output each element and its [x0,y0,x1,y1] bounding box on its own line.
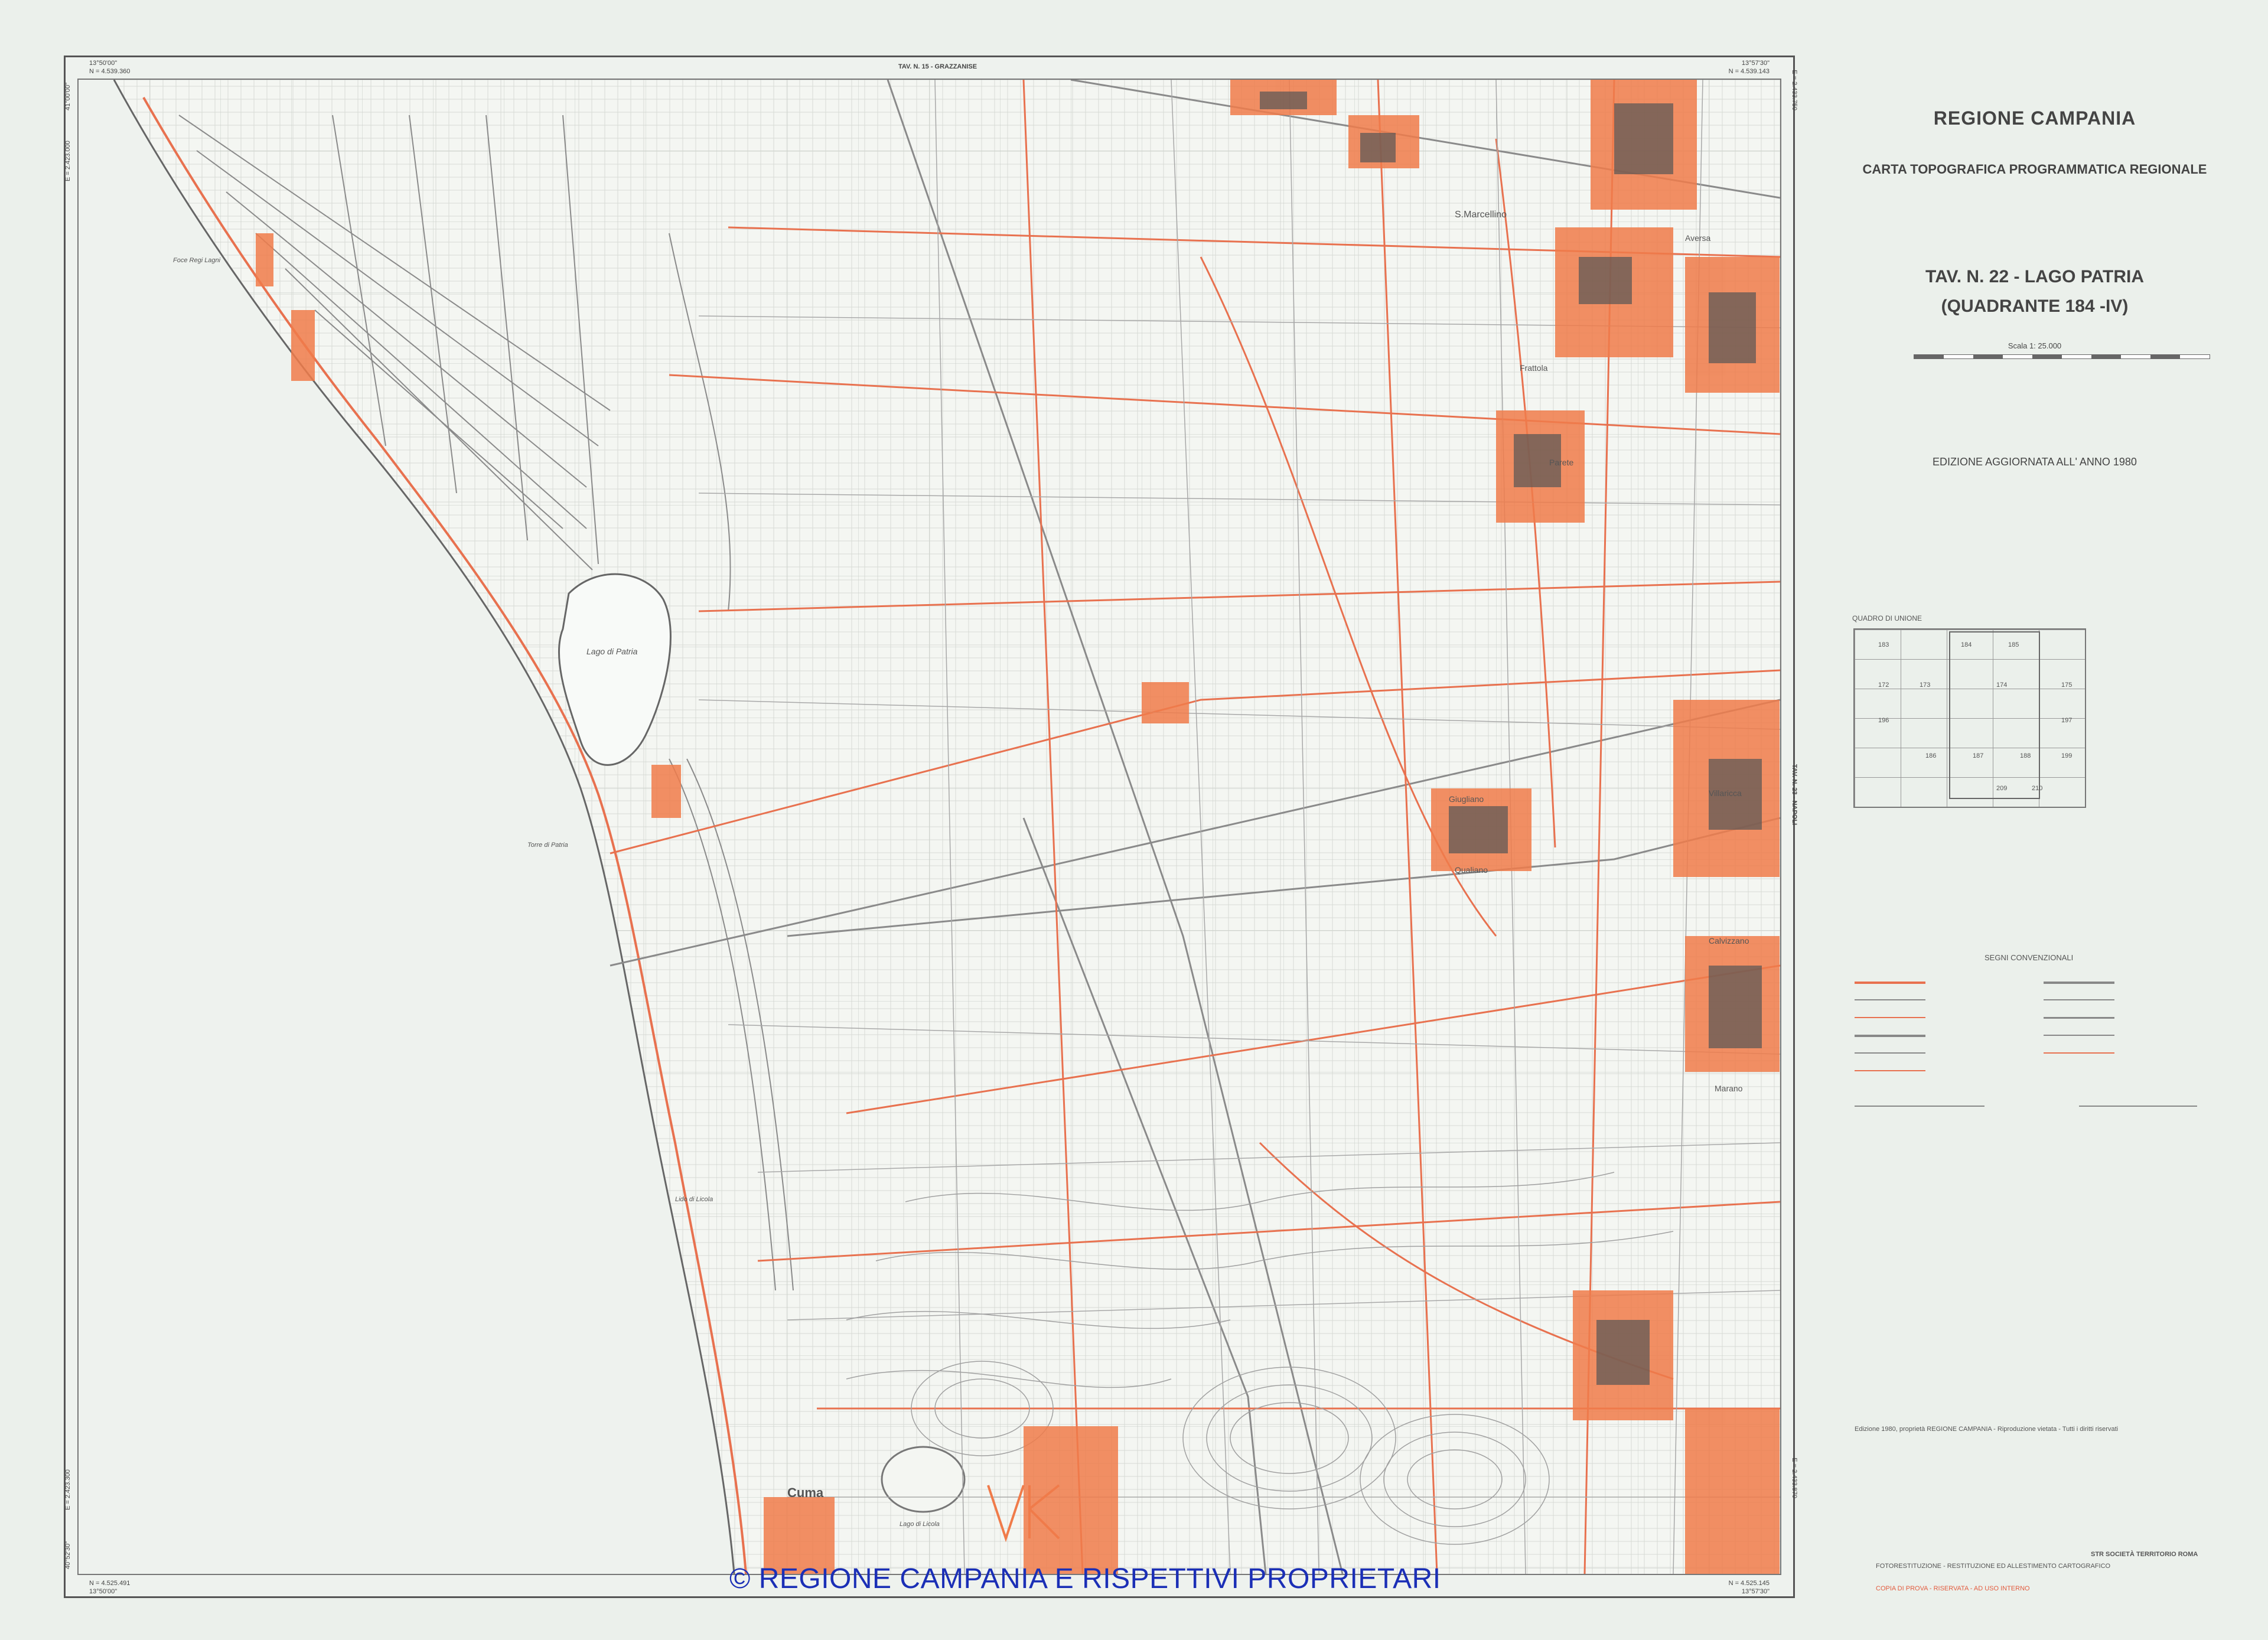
scale-label: Scala 1: 25.000 [2008,341,2062,350]
index-number: 196 [1878,717,1889,724]
map-drawing [79,80,1780,1574]
map-header-title: TAV. N. 15 - GRAZZANISE [898,63,977,70]
place-label: Parete [1549,458,1574,467]
index-number: 187 [1973,752,1984,759]
index-number: 183 [1878,641,1889,648]
map-frame: TAV. N. 15 - GRAZZANISE 13°50'00" N = 4.… [64,56,1798,1598]
quadrant-label: (QUADRANTE 184 -IV) [1941,296,2129,316]
scale-bar [1914,354,2210,359]
map-area: Lago di Patria S.Marcellino Frattola Par… [77,79,1781,1575]
legend-line [1855,1106,1984,1107]
legend-line [1855,982,1925,984]
series-title: CARTA TOPOGRAFICA PROGRAMMATICA REGIONAL… [1862,162,2207,177]
corner-bottom-right-north: N = 4.525.145 [1728,1580,1770,1587]
place-label: Cuma [787,1485,824,1500]
index-number: 188 [2020,752,2031,759]
corner-top-right-lon: 13°57'30" [1741,60,1770,67]
index-number: 184 [1961,641,1972,648]
corner-top-right-east: E = 2.433.750 [1791,70,1798,110]
sheet-name: TAV. N. 22 - LAGO PATRIA [1925,267,2145,286]
index-number: 186 [1925,752,1937,759]
legend-line [1855,1035,1925,1037]
corner-bottom-left-north: N = 4.525.491 [89,1580,131,1587]
legend-line [1855,1017,1925,1018]
corner-top-right-north: N = 4.539.143 [1728,68,1770,75]
corner-top-left-lat: 41°00'00" [64,82,71,110]
place-label: Calvizzano [1709,936,1749,945]
place-label: Lido di Licola [675,1196,713,1203]
legend-title: SEGNI CONVENZIONALI [1984,953,2074,962]
corner-bottom-left-east: E = 2.423.300 [64,1469,71,1510]
index-title: QUADRO DI UNIONE [1852,614,1922,622]
index-number: 199 [2061,752,2073,759]
place-label: Lago di Licola [900,1521,940,1528]
credit-edition: Edizione 1980, proprietà REGIONE CAMPANI… [1855,1426,2119,1433]
place-label: Qualiano [1455,865,1488,875]
place-label: Giugliano [1449,794,1484,804]
place-label: Marano [1715,1084,1743,1093]
place-label: Torre di Patria [527,842,568,849]
corner-bottom-right-lon: 13°57'30" [1741,1588,1770,1595]
index-number: 173 [1920,682,1931,689]
credit-proof-copy: COPIA DI PROVA - RISERVATA - AD USO INTE… [1876,1585,2030,1592]
credit-company: STR SOCIETÀ TERRITORIO ROMA [2091,1551,2198,1558]
place-label: Lago di Patria [586,647,638,656]
index-number: 185 [2008,641,2019,648]
legend-line [2079,1106,2197,1107]
legend-line [2044,1017,2114,1019]
place-label: S.Marcellino [1455,210,1507,220]
legend-line [1855,1052,1925,1054]
legend-symbols [1855,970,2256,1277]
legend-line [2044,1035,2114,1036]
legend-line [1855,999,1925,1000]
lago-di-licola [881,1446,966,1513]
corner-top-left-east: E = 2.423.000 [64,141,71,181]
index-number: 174 [1996,682,2008,689]
index-number: 175 [2061,682,2073,689]
copyright-watermark: © REGIONE CAMPANIA E RISPETTIVI PROPRIET… [729,1563,1441,1595]
index-inner-box [1949,631,2040,799]
legend-line [1855,1070,1925,1071]
index-number: 172 [1878,682,1889,689]
corner-top-left-lon: 13°50'00" [89,60,118,67]
index-number: 209 [1996,785,2008,792]
place-label: Aversa [1685,233,1711,243]
corner-bottom-left-lat: 40°52'30" [64,1541,71,1569]
place-label: Villaricca [1709,788,1742,798]
place-label: Frattola [1520,363,1548,373]
map-sheet: TAV. N. 15 - GRAZZANISE 13°50'00" N = 4.… [0,0,2268,1640]
corner-bottom-right-east: E = 2.433.870 [1791,1458,1798,1498]
region-title: REGIONE CAMPANIA [1933,107,2136,129]
legend-line [2044,999,2114,1000]
corner-top-left-north: N = 4.539.360 [89,68,131,75]
map-right-side-label: TAV. N. 23 - NAPOLI [1791,764,1798,825]
legend-line [2044,982,2114,984]
index-number: 210 [2032,785,2043,792]
legend-panel: REGIONE CAMPANIA CARTA TOPOGRAFICA PROGR… [1819,56,2250,1595]
index-number: 197 [2061,717,2073,724]
legend-line [2044,1052,2114,1054]
corner-bottom-left-lon: 13°50'00" [89,1588,118,1595]
credit-production: FOTORESTITUZIONE - RESTITUZIONE ED ALLES… [1876,1563,2111,1570]
edition-label: EDIZIONE AGGIORNATA ALL' ANNO 1980 [1933,456,2137,468]
place-label: Foce Regi Lagni [173,257,221,264]
